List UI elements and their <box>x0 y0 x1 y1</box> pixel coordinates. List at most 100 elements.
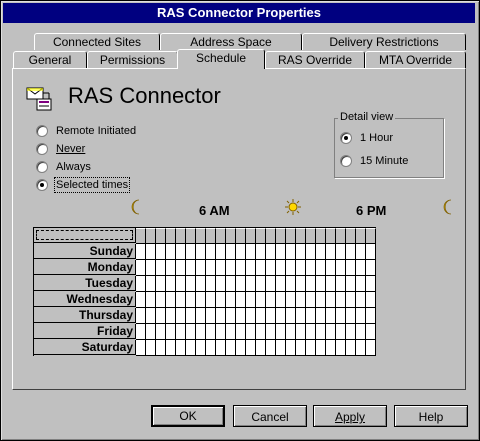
schedule-cell[interactable] <box>346 324 356 340</box>
schedule-cell[interactable] <box>186 244 196 260</box>
schedule-cell[interactable] <box>226 340 236 356</box>
hour-header-cell[interactable] <box>216 228 226 244</box>
radio-15-minute[interactable]: 15 Minute <box>340 153 408 169</box>
tab-address-space[interactable]: Address Space <box>160 33 302 50</box>
day-label[interactable]: Saturday <box>34 340 136 355</box>
schedule-cell[interactable] <box>366 260 376 276</box>
schedule-cell[interactable] <box>236 244 246 260</box>
schedule-cell[interactable] <box>176 324 186 340</box>
schedule-cell[interactable] <box>186 324 196 340</box>
schedule-cell[interactable] <box>276 260 286 276</box>
schedule-cell[interactable] <box>356 292 366 308</box>
schedule-cell[interactable] <box>256 244 266 260</box>
schedule-cell[interactable] <box>286 292 296 308</box>
schedule-cell[interactable] <box>196 244 206 260</box>
schedule-cell[interactable] <box>346 340 356 356</box>
day-label[interactable]: Tuesday <box>34 276 136 291</box>
schedule-cell[interactable] <box>176 292 186 308</box>
schedule-cell[interactable] <box>186 340 196 356</box>
schedule-cell[interactable] <box>146 292 156 308</box>
schedule-cell[interactable] <box>226 260 236 276</box>
hour-header-cell[interactable] <box>286 228 296 244</box>
schedule-cell[interactable] <box>316 276 326 292</box>
schedule-cell[interactable] <box>216 324 226 340</box>
schedule-cell[interactable] <box>306 260 316 276</box>
hour-header-cell[interactable] <box>156 228 166 244</box>
apply-button[interactable]: Apply <box>313 405 387 427</box>
schedule-cell[interactable] <box>336 260 346 276</box>
schedule-cell[interactable] <box>356 260 366 276</box>
day-label[interactable]: Sunday <box>34 244 136 259</box>
schedule-cell[interactable] <box>266 324 276 340</box>
hour-header-cell[interactable] <box>196 228 206 244</box>
schedule-cell[interactable] <box>166 308 176 324</box>
schedule-cell[interactable] <box>256 324 266 340</box>
radio-selected-times[interactable]: Selected times <box>36 177 131 193</box>
schedule-cell[interactable] <box>136 244 146 260</box>
day-label[interactable]: Wednesday <box>34 292 136 307</box>
schedule-cell[interactable] <box>216 276 226 292</box>
schedule-cell[interactable] <box>296 244 306 260</box>
radio-button[interactable] <box>36 161 48 173</box>
schedule-cell[interactable] <box>186 292 196 308</box>
schedule-cell[interactable] <box>146 276 156 292</box>
grid-corner[interactable] <box>34 228 136 243</box>
schedule-cell[interactable] <box>176 244 186 260</box>
day-label[interactable]: Thursday <box>34 308 136 323</box>
hour-header-cell[interactable] <box>136 228 146 244</box>
schedule-cell[interactable] <box>296 324 306 340</box>
schedule-cell[interactable] <box>206 292 216 308</box>
radio-1-hour[interactable]: 1 Hour <box>340 130 393 146</box>
hour-header-cell[interactable] <box>246 228 256 244</box>
schedule-cell[interactable] <box>316 260 326 276</box>
schedule-cell[interactable] <box>206 324 216 340</box>
radio-button[interactable] <box>340 132 352 144</box>
schedule-cell[interactable] <box>256 276 266 292</box>
schedule-cell[interactable] <box>166 260 176 276</box>
schedule-cell[interactable] <box>146 308 156 324</box>
tab-ras-override[interactable]: RAS Override <box>265 51 365 68</box>
schedule-cell[interactable] <box>206 340 216 356</box>
schedule-cell[interactable] <box>326 276 336 292</box>
hour-header-cell[interactable] <box>346 228 356 244</box>
schedule-cell[interactable] <box>336 292 346 308</box>
schedule-cell[interactable] <box>176 276 186 292</box>
schedule-cell[interactable] <box>286 324 296 340</box>
schedule-cell[interactable] <box>166 276 176 292</box>
schedule-cell[interactable] <box>326 260 336 276</box>
schedule-cell[interactable] <box>306 340 316 356</box>
schedule-cell[interactable] <box>266 244 276 260</box>
schedule-cell[interactable] <box>256 308 266 324</box>
radio-button[interactable] <box>340 155 352 167</box>
radio-always[interactable]: Always <box>36 159 91 175</box>
schedule-cell[interactable] <box>336 340 346 356</box>
schedule-cell[interactable] <box>336 244 346 260</box>
schedule-cell[interactable] <box>306 276 316 292</box>
schedule-cell[interactable] <box>326 340 336 356</box>
hour-header-cell[interactable] <box>166 228 176 244</box>
schedule-cell[interactable] <box>356 340 366 356</box>
schedule-cell[interactable] <box>326 244 336 260</box>
schedule-cell[interactable] <box>236 260 246 276</box>
hour-header-cell[interactable] <box>226 228 236 244</box>
schedule-cell[interactable] <box>346 308 356 324</box>
schedule-cell[interactable] <box>366 244 376 260</box>
schedule-cell[interactable] <box>136 276 146 292</box>
schedule-cell[interactable] <box>346 276 356 292</box>
schedule-cell[interactable] <box>166 244 176 260</box>
cancel-button[interactable]: Cancel <box>233 405 307 427</box>
hour-header-cell[interactable] <box>176 228 186 244</box>
schedule-cell[interactable] <box>266 292 276 308</box>
schedule-cell[interactable] <box>206 276 216 292</box>
schedule-cell[interactable] <box>226 324 236 340</box>
hour-header-cell[interactable] <box>326 228 336 244</box>
schedule-cell[interactable] <box>356 276 366 292</box>
schedule-cell[interactable] <box>146 340 156 356</box>
schedule-cell[interactable] <box>136 340 146 356</box>
hour-header-cell[interactable] <box>236 228 246 244</box>
hour-header-cell[interactable] <box>276 228 286 244</box>
schedule-cell[interactable] <box>366 292 376 308</box>
schedule-cell[interactable] <box>196 292 206 308</box>
schedule-cell[interactable] <box>366 340 376 356</box>
radio-button[interactable] <box>36 125 48 137</box>
